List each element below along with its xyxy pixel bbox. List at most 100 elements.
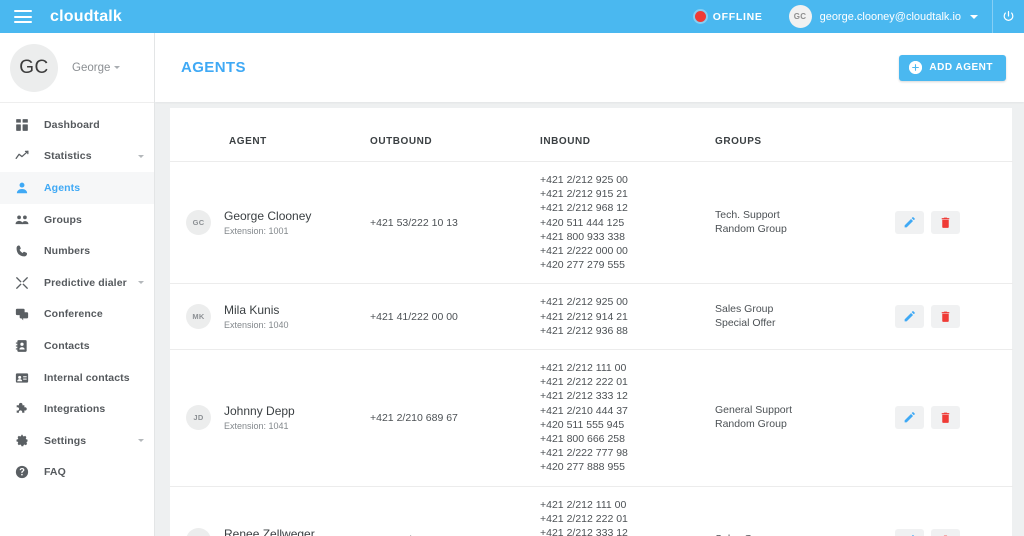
- sidebar-item-statistics[interactable]: Statistics: [0, 141, 154, 173]
- cell-outbound: +421 41/222 00 00: [370, 486, 540, 536]
- cell-groups: Sales GroupSpecial Offer: [715, 284, 895, 350]
- cell-outbound: +421 41/222 00 00: [370, 284, 540, 350]
- inbound-number: +421 800 933 338: [540, 230, 715, 244]
- agent-extension: Extension: 1041: [224, 421, 295, 431]
- status-label: OFFLINE: [713, 11, 763, 23]
- hamburger-icon[interactable]: [14, 10, 32, 23]
- inbound-number: +420 511 555 945: [540, 418, 715, 432]
- delete-agent-button[interactable]: [931, 529, 960, 536]
- sidebar-item-label: Groups: [44, 214, 82, 226]
- table-header-row: AGENT OUTBOUND INBOUND GROUPS: [170, 108, 1013, 162]
- inbound-number-list: +421 2/212 925 00+421 2/212 914 21+421 2…: [540, 295, 715, 338]
- pencil-icon: [903, 310, 916, 323]
- inbound-number-list: +421 2/212 111 00+421 2/212 222 01+421 2…: [540, 361, 715, 475]
- sidebar-item-faq[interactable]: FAQ: [0, 457, 154, 489]
- table-row: GCGeorge ClooneyExtension: 1001+421 53/2…: [170, 162, 1013, 284]
- content-area: AGENT OUTBOUND INBOUND GROUPS GC George C…: [155, 102, 1024, 536]
- sidebar-item-label: FAQ: [44, 466, 66, 478]
- row-actions: [895, 406, 1013, 429]
- outbound-number: +421 2/210 689 67: [370, 412, 540, 424]
- user-menu[interactable]: GC george.clooney@cloudtalk.io: [779, 5, 992, 28]
- inbound-number: +420 277 888 955: [540, 460, 715, 474]
- agent-name: Johnny Depp: [224, 404, 295, 419]
- table-body: GCGeorge ClooneyExtension: 1001+421 53/2…: [170, 162, 1013, 536]
- sidebar-username-label: George: [72, 62, 110, 74]
- agents-table: AGENT OUTBOUND INBOUND GROUPS GC George C…: [170, 108, 1013, 536]
- sidebar-item-label: Integrations: [44, 403, 105, 415]
- sidebar-item-groups[interactable]: Groups: [0, 204, 154, 236]
- group-list: Sales GroupSpecial Offer: [715, 303, 895, 331]
- avatar: GC: [186, 210, 211, 235]
- sidebar-item-numbers[interactable]: Numbers: [0, 235, 154, 267]
- inbound-number: +421 2/212 333 12: [540, 389, 715, 403]
- app-root: cloudtalk OFFLINE GC george.clooney@clou…: [0, 0, 1024, 536]
- sidebar-username[interactable]: George: [72, 62, 120, 74]
- table-row: MKMila KunisExtension: 1040+421 41/222 0…: [170, 284, 1013, 350]
- agent-info: MKMila KunisExtension: 1040: [170, 303, 370, 330]
- column-header-groups: GROUPS: [715, 108, 895, 162]
- inbound-number: +421 2/222 777 98: [540, 446, 715, 460]
- delete-agent-button[interactable]: [931, 406, 960, 429]
- avatar: JD: [186, 405, 211, 430]
- add-agent-button[interactable]: ADD AGENT: [899, 55, 1006, 81]
- internal-contacts-icon: [13, 369, 30, 386]
- sidebar-item-label: Numbers: [44, 245, 90, 257]
- sidebar-item-conference[interactable]: Conference: [0, 299, 154, 331]
- groups-icon: [13, 211, 30, 228]
- edit-agent-button[interactable]: [895, 211, 924, 234]
- edit-agent-button[interactable]: [895, 406, 924, 429]
- logout-button[interactable]: [992, 0, 1024, 33]
- sidebar-item-predictive-dialer[interactable]: Predictive dialer: [0, 267, 154, 299]
- chevron-down-icon: [970, 15, 978, 19]
- avatar: RZ: [186, 528, 211, 536]
- agent-icon: [13, 179, 30, 196]
- column-header-outbound: OUTBOUND: [370, 108, 540, 162]
- brand-logo[interactable]: cloudtalk: [50, 8, 122, 26]
- inbound-number: +421 2/212 111 00: [540, 361, 715, 375]
- cell-agent: GC George ClooneyExtension: 1001: [170, 162, 370, 284]
- column-header-inbound: INBOUND: [540, 108, 715, 162]
- cell-inbound: +421 2/212 111 00+421 2/212 222 01+421 2…: [540, 486, 715, 536]
- chevron-down-icon: [138, 155, 144, 158]
- sidebar-item-integrations[interactable]: Integrations: [0, 393, 154, 425]
- sidebar-item-internal-contacts[interactable]: Internal contacts: [0, 362, 154, 394]
- add-agent-label: ADD AGENT: [929, 62, 993, 73]
- sidebar-item-label: Dashboard: [44, 119, 100, 131]
- cell-agent: JD Johnny Depp Extension: 1041: [170, 350, 370, 487]
- inbound-number: +420 277 279 555: [540, 258, 715, 272]
- dashboard-icon: [13, 116, 30, 133]
- inbound-number: +420 511 444 125: [540, 216, 715, 230]
- edit-agent-button[interactable]: [895, 529, 924, 536]
- top-bar: cloudtalk OFFLINE GC george.clooney@clou…: [0, 0, 1024, 33]
- cell-groups: Sales Group: [715, 486, 895, 536]
- delete-agent-button[interactable]: [931, 211, 960, 234]
- delete-agent-button[interactable]: [931, 305, 960, 328]
- status-toggle[interactable]: OFFLINE: [695, 11, 779, 23]
- sidebar: GC George Dashboard Statistics Agents Group…: [0, 33, 155, 536]
- phone-icon: [13, 243, 30, 260]
- sidebar-item-settings[interactable]: Settings: [0, 425, 154, 457]
- sidebar-item-dashboard[interactable]: Dashboard: [0, 109, 154, 141]
- chevron-down-icon: [138, 281, 144, 284]
- agent-extension: Extension: 1040: [224, 320, 289, 330]
- group-name: Sales Group: [715, 303, 895, 317]
- inbound-number: +421 2/222 000 00: [540, 244, 715, 258]
- cell-actions: [895, 162, 1013, 284]
- agent-text: George ClooneyExtension: 1001: [224, 209, 311, 236]
- column-header-actions: [895, 108, 1013, 162]
- sidebar-item-contacts[interactable]: Contacts: [0, 330, 154, 362]
- sidebar-profile[interactable]: GC George: [0, 33, 154, 103]
- avatar: MK: [186, 304, 211, 329]
- edit-agent-button[interactable]: [895, 305, 924, 328]
- sidebar-item-label: Statistics: [44, 150, 92, 162]
- row-actions: [895, 211, 1013, 234]
- agent-info: GC George ClooneyExtension: 1001: [170, 209, 370, 236]
- sidebar-item-label: Agents: [44, 182, 80, 194]
- row-actions: [895, 529, 1013, 536]
- sidebar-item-label: Settings: [44, 435, 86, 447]
- cell-groups: General SupportRandom Group: [715, 350, 895, 487]
- predictive-dialer-icon: [13, 274, 30, 291]
- sidebar-item-agents[interactable]: Agents: [0, 172, 154, 204]
- top-bar-right: OFFLINE GC george.clooney@cloudtalk.io: [695, 0, 1024, 33]
- group-name: General Support: [715, 404, 895, 418]
